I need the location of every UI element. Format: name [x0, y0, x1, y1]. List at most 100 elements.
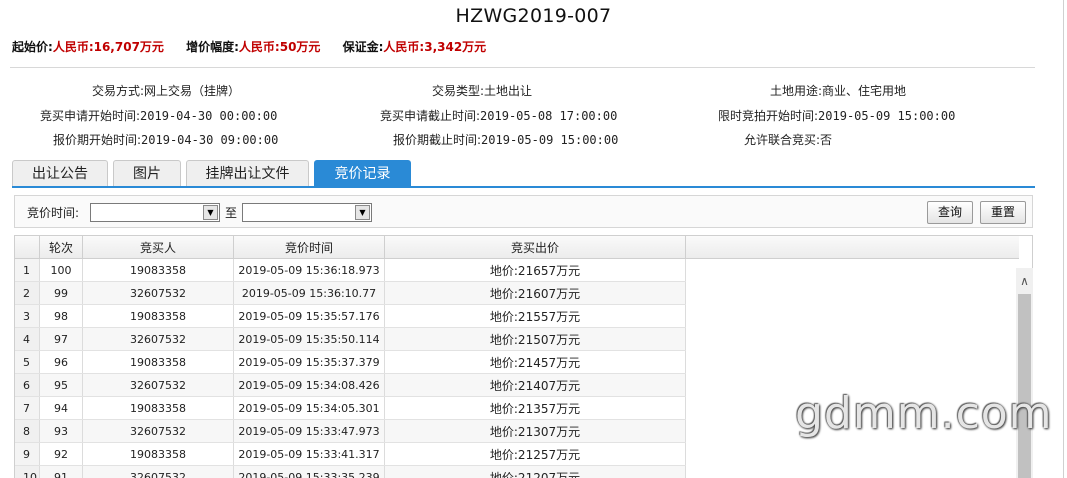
bid-time-cell: 2019-05-09 15:33:41.317 — [233, 442, 385, 466]
filler-cell — [685, 465, 1019, 478]
increment-value: 人民币:50万元 — [238, 40, 321, 54]
table-row: 4 97 32607532 2019-05-09 15:35:50.114 地价:215… — [15, 327, 1019, 351]
round-cell: 98 — [39, 304, 83, 328]
bid-records-table: 轮次 竞买人 竞价时间 竞买出价 1 100 19083358 2019-05-09 … — [14, 235, 1033, 478]
table-scrollbar[interactable]: ∧ — [1016, 268, 1033, 478]
table-row: 5 96 19083358 2019-05-09 15:35:37.379 地价:214… — [15, 350, 1019, 374]
quote-start-value: 2019-04-30 09:00:00 — [141, 133, 279, 147]
bid-price-cell: 地价:21307万元 — [384, 419, 686, 443]
divider — [10, 67, 1035, 68]
apply-start-label: 竞买申请开始时间: — [40, 109, 141, 123]
joint-bid: 允许联合竞买:否 — [744, 131, 832, 148]
reset-button[interactable]: 重置 — [980, 201, 1026, 224]
row-index-cell: 3 — [15, 304, 40, 328]
bid-price-cell: 地价:21557万元 — [384, 304, 686, 328]
bid-time-cell: 2019-05-09 15:33:47.973 — [233, 419, 385, 443]
joint-bid-value: 否 — [820, 133, 833, 147]
bid-time-cell: 2019-05-09 15:35:57.176 — [233, 304, 385, 328]
bidder-cell: 32607532 — [82, 281, 234, 305]
bid-price-cell: 地价:21407万元 — [384, 373, 686, 397]
query-button[interactable]: 查询 — [927, 201, 973, 224]
land-use-value: 商业、住宅用地 — [822, 84, 907, 98]
row-index-cell: 4 — [15, 327, 40, 351]
auction-start-value: 2019-05-09 15:00:00 — [818, 109, 956, 123]
round-cell: 95 — [39, 373, 83, 397]
site-watermark: gdmm.com — [795, 388, 1053, 439]
bidder-cell: 19083358 — [82, 304, 234, 328]
filler-cell — [685, 281, 1019, 305]
filler-cell — [685, 350, 1019, 374]
row-index-cell: 10 — [15, 465, 40, 478]
quote-end-value: 2019-05-09 15:00:00 — [481, 133, 619, 147]
page-edge — [1063, 0, 1064, 478]
bidder-cell: 19083358 — [82, 350, 234, 374]
chevron-up-icon[interactable]: ∧ — [1016, 268, 1033, 294]
chevron-down-icon[interactable]: ▼ — [355, 205, 370, 220]
bid-price-cell: 地价:21357万元 — [384, 396, 686, 420]
bidder-cell: 32607532 — [82, 373, 234, 397]
chevron-down-icon[interactable]: ▼ — [203, 205, 218, 220]
bid-time-cell: 2019-05-09 15:33:35.239 — [233, 465, 385, 478]
bidder-cell: 19083358 — [82, 442, 234, 466]
trade-type-label: 交易类型: — [432, 84, 485, 98]
bid-time-cell: 2019-05-09 15:34:08.426 — [233, 373, 385, 397]
bid-time-label: 竞价时间: — [27, 206, 80, 220]
land-use: 土地用途:商业、住宅用地 — [770, 82, 906, 99]
bid-time-end-select[interactable]: ▼ — [242, 203, 372, 222]
deposit-label: 保证金: — [342, 40, 384, 54]
table-row: 1 100 19083358 2019-05-09 15:36:18.973 地价:21… — [15, 258, 1019, 282]
trade-mode-label: 交易方式: — [92, 84, 145, 98]
bidder-cell: 32607532 — [82, 419, 234, 443]
trade-mode: 交易方式:网上交易（挂牌） — [92, 82, 240, 99]
increment-label: 增价幅度: — [186, 40, 239, 54]
filter-bar: 竞价时间: ▼ 至 ▼ 查询 重置 — [14, 195, 1033, 228]
scroll-thumb[interactable] — [1018, 294, 1031, 478]
start-price-value: 人民币:16,707万元 — [52, 40, 164, 54]
filler-column-header — [685, 236, 1019, 259]
apply-start: 竞买申请开始时间:2019-04-30 00:00:00 — [40, 107, 277, 124]
bid-time-cell: 2019-05-09 15:36:10.77 — [233, 281, 385, 305]
tab-listing-documents[interactable]: 挂牌出让文件 — [186, 160, 309, 186]
auction-start: 限时竞拍开始时间:2019-05-09 15:00:00 — [718, 107, 955, 124]
start-price-label: 起始价: — [12, 40, 53, 54]
filler-cell — [685, 304, 1019, 328]
bidder-cell: 32607532 — [82, 465, 234, 478]
tab-bid-records[interactable]: 竞价记录 — [314, 160, 411, 186]
bid-time-cell: 2019-05-09 15:36:18.973 — [233, 258, 385, 282]
index-column-header — [15, 236, 40, 259]
round-cell: 93 — [39, 419, 83, 443]
bid-price-cell: 地价:21457万元 — [384, 350, 686, 374]
bid-time-cell: 2019-05-09 15:35:50.114 — [233, 327, 385, 351]
round-cell: 94 — [39, 396, 83, 420]
joint-bid-label: 允许联合竞买: — [744, 133, 821, 147]
tab-images[interactable]: 图片 — [113, 160, 181, 186]
quote-start: 报价期开始时间:2019-04-30 09:00:00 — [53, 131, 278, 148]
bid-price-cell: 地价:21207万元 — [384, 465, 686, 478]
bidder-cell: 19083358 — [82, 258, 234, 282]
tab-underline — [12, 186, 1035, 188]
bid-price-cell: 地价:21657万元 — [384, 258, 686, 282]
land-use-label: 土地用途: — [770, 84, 823, 98]
trade-type: 交易类型:土地出让 — [432, 82, 532, 99]
tab-announcement[interactable]: 出让公告 — [12, 160, 108, 186]
row-index-cell: 6 — [15, 373, 40, 397]
quote-end: 报价期截止时间:2019-05-09 15:00:00 — [393, 131, 618, 148]
table-row: 10 91 32607532 2019-05-09 15:33:35.239 地价:21… — [15, 465, 1019, 478]
tab-bar: 出让公告 图片 挂牌出让文件 竞价记录 — [12, 160, 1035, 187]
range-to-label: 至 — [225, 206, 238, 220]
round-column-header[interactable]: 轮次 — [39, 236, 83, 259]
bid-time-cell: 2019-05-09 15:35:37.379 — [233, 350, 385, 374]
apply-end-value: 2019-05-08 17:00:00 — [480, 109, 618, 123]
bidder-column-header[interactable]: 竞买人 — [82, 236, 234, 259]
filler-cell — [685, 258, 1019, 282]
round-cell: 97 — [39, 327, 83, 351]
bid-price-column-header[interactable]: 竞买出价 — [384, 236, 686, 259]
auction-start-label: 限时竞拍开始时间: — [718, 109, 819, 123]
bid-price-cell: 地价:21507万元 — [384, 327, 686, 351]
bid-time-start-select[interactable]: ▼ — [90, 203, 220, 222]
bid-time-column-header[interactable]: 竞价时间 — [233, 236, 385, 259]
apply-end: 竞买申请截止时间:2019-05-08 17:00:00 — [380, 107, 617, 124]
apply-start-value: 2019-04-30 00:00:00 — [140, 109, 278, 123]
table-row: 3 98 19083358 2019-05-09 15:35:57.176 地价:215… — [15, 304, 1019, 328]
bid-price-cell: 地价:21257万元 — [384, 442, 686, 466]
